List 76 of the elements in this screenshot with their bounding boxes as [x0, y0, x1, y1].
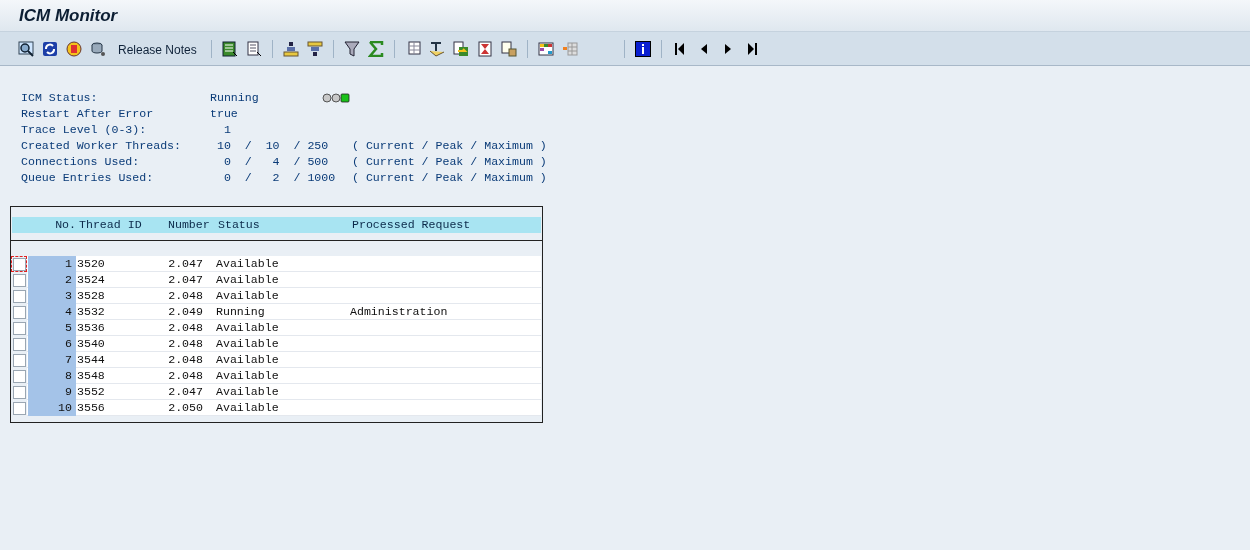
row-checkbox[interactable] [12, 337, 26, 351]
table-cell-text: 2.047 [167, 255, 203, 272]
status-label: Created Worker Threads: [21, 138, 183, 155]
table-cell-text: 2.049 [167, 303, 203, 320]
row-checkbox[interactable] [12, 257, 26, 271]
column-header[interactable]: Processed Request [352, 216, 541, 234]
table-cell-text: 2.047 [167, 271, 203, 288]
table-cell-text: 3524 [76, 271, 106, 288]
status-value: true [210, 106, 239, 123]
column-header[interactable]: No. [12, 216, 78, 234]
table-cell-text: Running [215, 303, 266, 320]
window-title: ICM Monitor [19, 4, 118, 27]
sigma-icon[interactable] [367, 40, 384, 57]
search-icon[interactable] [18, 40, 34, 57]
inverted-pyramid-icon[interactable] [306, 40, 323, 57]
table-cell-text: 2.048 [167, 351, 203, 368]
status-label: Restart After Error [21, 106, 155, 123]
table-cell-text: Available [215, 319, 280, 336]
info-icon[interactable] [634, 40, 651, 57]
table-cell-text: Administration [350, 303, 449, 320]
table-cell-text: Available [215, 399, 280, 416]
export-icon[interactable] [452, 40, 469, 57]
table-cell-text: 3556 [76, 399, 106, 416]
table-cell-text: 3540 [76, 335, 106, 352]
stop-icon[interactable] [66, 40, 82, 57]
table-cell-text: 3532 [76, 303, 106, 320]
filter-icon[interactable] [343, 40, 360, 57]
status-value: 10 / 10 / 250 [215, 138, 330, 155]
status-label: Connections Used: [21, 154, 141, 171]
table-cell-text: 2.048 [167, 287, 203, 304]
status-note: ( Current / Peak / Maximum ) [352, 138, 547, 155]
list-icon[interactable] [221, 40, 238, 57]
row-checkbox[interactable] [12, 305, 26, 319]
row-checkbox[interactable] [12, 321, 26, 335]
hourglass-icon[interactable] [476, 40, 493, 57]
status-label: Queue Entries Used: [21, 170, 155, 187]
status-label: ICM Status: [21, 90, 99, 107]
table-cell-text: Available [215, 383, 280, 400]
status-note: ( Current / Peak / Maximum ) [352, 154, 547, 171]
status-value: 1 [222, 122, 232, 139]
table-cell-text: Available [215, 255, 280, 272]
status-note: ( Current / Peak / Maximum ) [352, 170, 547, 187]
table-cell-text: 2.048 [167, 367, 203, 384]
table-cell-text: 3552 [76, 383, 106, 400]
table-cell-text: 3548 [76, 367, 106, 384]
column-header[interactable]: Thread ID [78, 216, 168, 234]
table-cell-text: 2.050 [167, 399, 203, 416]
release-notes-button[interactable]: Release Notes [116, 40, 199, 59]
table-cell-text: Available [215, 287, 280, 304]
table-cell-text: 3544 [76, 351, 106, 368]
table-cell-text: 3528 [76, 287, 106, 304]
row-checkbox[interactable] [12, 369, 26, 383]
status-value: Running [210, 90, 260, 107]
row-checkbox[interactable] [12, 385, 26, 399]
font-icon[interactable] [500, 40, 517, 57]
row-number: 1 [28, 255, 76, 272]
document-icon[interactable] [245, 40, 262, 57]
grid-icon[interactable] [537, 40, 554, 57]
table-cell-text: Available [215, 367, 280, 384]
pyramid-icon[interactable] [282, 40, 299, 57]
row-checkbox[interactable] [12, 289, 26, 303]
table-cell-text: Available [215, 351, 280, 368]
table-cell-text: 2.048 [167, 335, 203, 352]
status-value: 0 / 4 / 500 [222, 154, 330, 171]
table-cell-text: 3520 [76, 255, 106, 272]
status-value: 0 / 2 / 1000 [222, 170, 337, 187]
refresh-icon[interactable] [42, 40, 58, 57]
row-checkbox[interactable] [12, 273, 26, 287]
row-checkbox[interactable] [12, 401, 26, 415]
table-cell-text: 3536 [76, 319, 106, 336]
status-label: Trace Level (0-3): [21, 122, 148, 139]
table-cell-text: Available [215, 335, 280, 352]
table-cell-text: 2.047 [167, 383, 203, 400]
table-cell-text: Available [215, 271, 280, 288]
row-checkbox[interactable] [12, 353, 26, 367]
table-cell-text: 2.048 [167, 319, 203, 336]
